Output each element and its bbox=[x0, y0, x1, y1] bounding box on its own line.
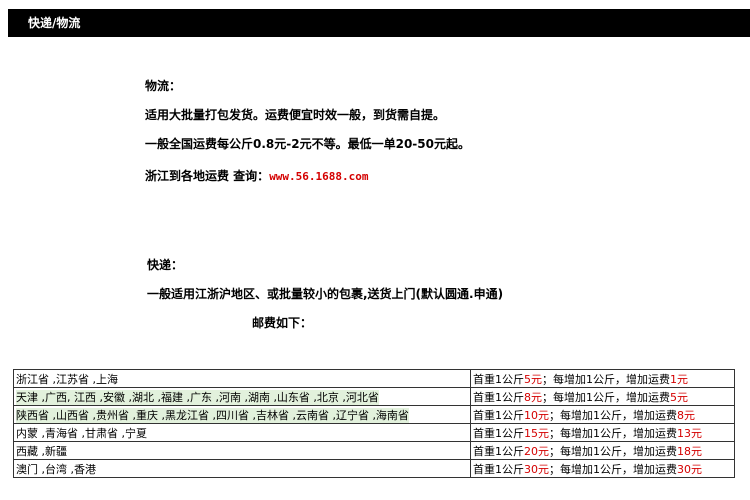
region-cell: 陕西省 ,山西省 ,贵州省 ,重庆 ,黑龙江省 ,四川省 ,吉林省 ,云南省 ,… bbox=[13, 405, 471, 424]
region-cell: 浙江省 ,江苏省 ,上海 bbox=[13, 369, 471, 388]
rate-cell: 首重1公斤15元；每增加1公斤，增加运费13元 bbox=[470, 423, 735, 442]
section-title: 快递/物流 bbox=[28, 16, 81, 30]
logistics-line-2: 一般全国运费每公斤0.8元-2元不等。最低一单20-50元起。 bbox=[145, 137, 470, 151]
first-weight-price: 20元 bbox=[524, 444, 549, 458]
first-weight-label: 首重1公斤 bbox=[473, 372, 524, 386]
region-text: 澳门 ,台湾 ,香港 bbox=[16, 462, 96, 476]
region-text: 浙江省 ,江苏省 ,上海 bbox=[16, 372, 118, 386]
first-weight-label: 首重1公斤 bbox=[473, 408, 524, 422]
rates-heading: 邮费如下： bbox=[252, 316, 313, 330]
first-weight-price: 30元 bbox=[524, 462, 549, 476]
additional-weight-price: 18元 bbox=[677, 444, 702, 458]
rate-cell: 首重1公斤20元；每增加1公斤，增加运费18元 bbox=[470, 441, 735, 460]
additional-weight-price: 5元 bbox=[670, 390, 688, 404]
query-link[interactable]: www.56.1688.com bbox=[269, 170, 368, 183]
first-weight-price: 5元 bbox=[524, 372, 542, 386]
region-text: 西藏 ,新疆 bbox=[16, 444, 67, 458]
additional-weight-price: 8元 bbox=[677, 408, 695, 422]
rate-cell: 首重1公斤5元；每增加1公斤，增加运费1元 bbox=[470, 369, 735, 388]
region-cell: 天津 ,广西, 江西 ,安徽 ,湖北 ,福建 ,广东 ,河南 ,湖南 ,山东省 … bbox=[13, 387, 471, 406]
table-row: 天津 ,广西, 江西 ,安徽 ,湖北 ,福建 ,广东 ,河南 ,湖南 ,山东省 … bbox=[13, 387, 735, 406]
shipping-rate-table: 浙江省 ,江苏省 ,上海 首重1公斤5元；每增加1公斤，增加运费1元 天津 ,广西,… bbox=[13, 369, 735, 478]
additional-weight-price: 30元 bbox=[677, 462, 702, 476]
section-header: 快递/物流 bbox=[8, 9, 750, 37]
region-text: 天津 ,广西, 江西 ,安徽 ,湖北 ,福建 ,广东 ,河南 ,湖南 ,山东省 … bbox=[16, 389, 379, 405]
express-heading: 快递： bbox=[147, 258, 184, 272]
table-row: 澳门 ,台湾 ,香港 首重1公斤30元；每增加1公斤，增加运费30元 bbox=[13, 459, 735, 478]
query-label: 浙江到各地运费 查询： bbox=[145, 169, 270, 183]
first-weight-price: 10元 bbox=[524, 408, 549, 422]
first-weight-label: 首重1公斤 bbox=[473, 444, 524, 458]
rate-cell: 首重1公斤30元；每增加1公斤，增加运费30元 bbox=[470, 459, 735, 478]
region-cell: 澳门 ,台湾 ,香港 bbox=[13, 459, 471, 478]
additional-weight-label: ；每增加1公斤，增加运费 bbox=[542, 372, 670, 386]
logistics-heading: 物流： bbox=[145, 79, 182, 93]
additional-weight-label: ；每增加1公斤，增加运费 bbox=[549, 426, 677, 440]
first-weight-label: 首重1公斤 bbox=[473, 390, 524, 404]
table-row: 浙江省 ,江苏省 ,上海 首重1公斤5元；每增加1公斤，增加运费1元 bbox=[13, 369, 735, 388]
table-row: 内蒙 ,青海省 ,甘肃省 ,宁夏 首重1公斤15元；每增加1公斤，增加运费13元 bbox=[13, 423, 735, 442]
additional-weight-price: 1元 bbox=[670, 372, 688, 386]
first-weight-price: 15元 bbox=[524, 426, 549, 440]
region-text: 陕西省 ,山西省 ,贵州省 ,重庆 ,黑龙江省 ,四川省 ,吉林省 ,云南省 ,… bbox=[16, 407, 409, 423]
additional-weight-price: 13元 bbox=[677, 426, 702, 440]
additional-weight-label: ；每增加1公斤，增加运费 bbox=[542, 390, 670, 404]
first-weight-price: 8元 bbox=[524, 390, 542, 404]
additional-weight-label: ；每增加1公斤，增加运费 bbox=[549, 462, 677, 476]
region-cell: 内蒙 ,青海省 ,甘肃省 ,宁夏 bbox=[13, 423, 471, 442]
table-row: 陕西省 ,山西省 ,贵州省 ,重庆 ,黑龙江省 ,四川省 ,吉林省 ,云南省 ,… bbox=[13, 405, 735, 424]
additional-weight-label: ；每增加1公斤，增加运费 bbox=[549, 444, 677, 458]
logistics-query: 浙江到各地运费 查询：www.56.1688.com bbox=[145, 167, 369, 184]
first-weight-label: 首重1公斤 bbox=[473, 462, 524, 476]
first-weight-label: 首重1公斤 bbox=[473, 426, 524, 440]
rate-cell: 首重1公斤10元；每增加1公斤，增加运费8元 bbox=[470, 405, 735, 424]
rate-cell: 首重1公斤8元；每增加1公斤，增加运费5元 bbox=[470, 387, 735, 406]
logistics-line-1: 适用大批量打包发货。运费便宜时效一般，到货需自提。 bbox=[145, 108, 446, 122]
region-text: 内蒙 ,青海省 ,甘肃省 ,宁夏 bbox=[16, 426, 147, 440]
region-cell: 西藏 ,新疆 bbox=[13, 441, 471, 460]
table-row: 西藏 ,新疆 首重1公斤20元；每增加1公斤，增加运费18元 bbox=[13, 441, 735, 460]
express-line-1: 一般适用江浙沪地区、或批量较小的包裹,送货上门(默认圆通.申通) bbox=[147, 287, 504, 301]
additional-weight-label: ；每增加1公斤，增加运费 bbox=[549, 408, 677, 422]
